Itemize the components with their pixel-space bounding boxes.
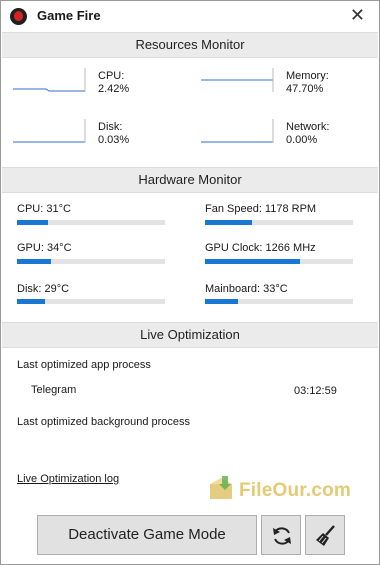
disk-sparkline	[13, 119, 87, 143]
disk-usage-value: 0.03%	[98, 134, 130, 146]
memory-usage-label: Memory:	[286, 70, 329, 82]
network-sparkline	[201, 119, 275, 143]
disk-temp-bar	[17, 299, 165, 304]
fan-speed-label: Fan Speed: 1178 RPM	[205, 203, 317, 215]
live-optimization-header: Live Optimization	[2, 322, 378, 348]
gpu-clock-fill	[205, 259, 300, 264]
mainboard-temp-fill	[205, 299, 238, 304]
memory-usage-value: 47.70%	[286, 83, 324, 95]
last-background-process-label: Last optimized background process	[17, 416, 191, 428]
cpu-usage-label: CPU:	[98, 70, 125, 82]
gpu-temp-fill	[17, 259, 52, 264]
hardware-monitor-header: Hardware Monitor	[2, 167, 378, 193]
disk-usage-label: Disk:	[98, 121, 123, 133]
watermark-text: FileOur.com	[239, 480, 352, 501]
game-fire-logo-icon	[10, 8, 27, 25]
network-usage-label: Network:	[286, 121, 330, 133]
mainboard-temp-bar	[205, 299, 353, 304]
last-app-process-name: Telegram	[31, 384, 77, 396]
app-window: Game Fire ✕ Resources Monitor CPU: 2.42%…	[0, 0, 380, 565]
last-app-process-label: Last optimized app process	[17, 359, 151, 371]
watermark-box-icon	[208, 475, 238, 501]
live-optimization-log-link[interactable]: Live Optimization log	[17, 473, 119, 485]
gpu-clock-bar	[205, 259, 353, 264]
cpu-sparkline	[13, 68, 87, 92]
title-bar: Game Fire ✕	[1, 1, 379, 31]
resources-monitor-header: Resources Monitor	[2, 32, 378, 58]
cpu-temp-fill	[17, 220, 49, 225]
last-app-process-time: 03:12:59	[294, 385, 337, 397]
clean-button[interactable]	[305, 515, 345, 555]
close-icon[interactable]: ✕	[350, 5, 365, 25]
gpu-clock-label: GPU Clock: 1266 MHz	[205, 242, 316, 254]
network-usage-value: 0.00%	[286, 134, 318, 146]
fan-speed-bar	[205, 220, 353, 225]
cpu-usage-value: 2.42%	[98, 83, 130, 95]
memory-sparkline	[201, 68, 275, 92]
cpu-temp-bar	[17, 220, 165, 225]
window-title: Game Fire	[37, 8, 101, 23]
deactivate-game-mode-button[interactable]: Deactivate Game Mode	[37, 515, 257, 555]
fan-speed-fill	[205, 220, 253, 225]
gpu-temp-bar	[17, 259, 165, 264]
gpu-temp-label: GPU: 34°C	[17, 242, 72, 254]
mainboard-temp-label: Mainboard: 33°C	[205, 283, 288, 295]
cpu-temp-label: CPU: 31°C	[17, 203, 71, 215]
disk-temp-fill	[17, 299, 46, 304]
refresh-button[interactable]	[261, 515, 301, 555]
disk-temp-label: Disk: 29°C	[17, 283, 70, 295]
